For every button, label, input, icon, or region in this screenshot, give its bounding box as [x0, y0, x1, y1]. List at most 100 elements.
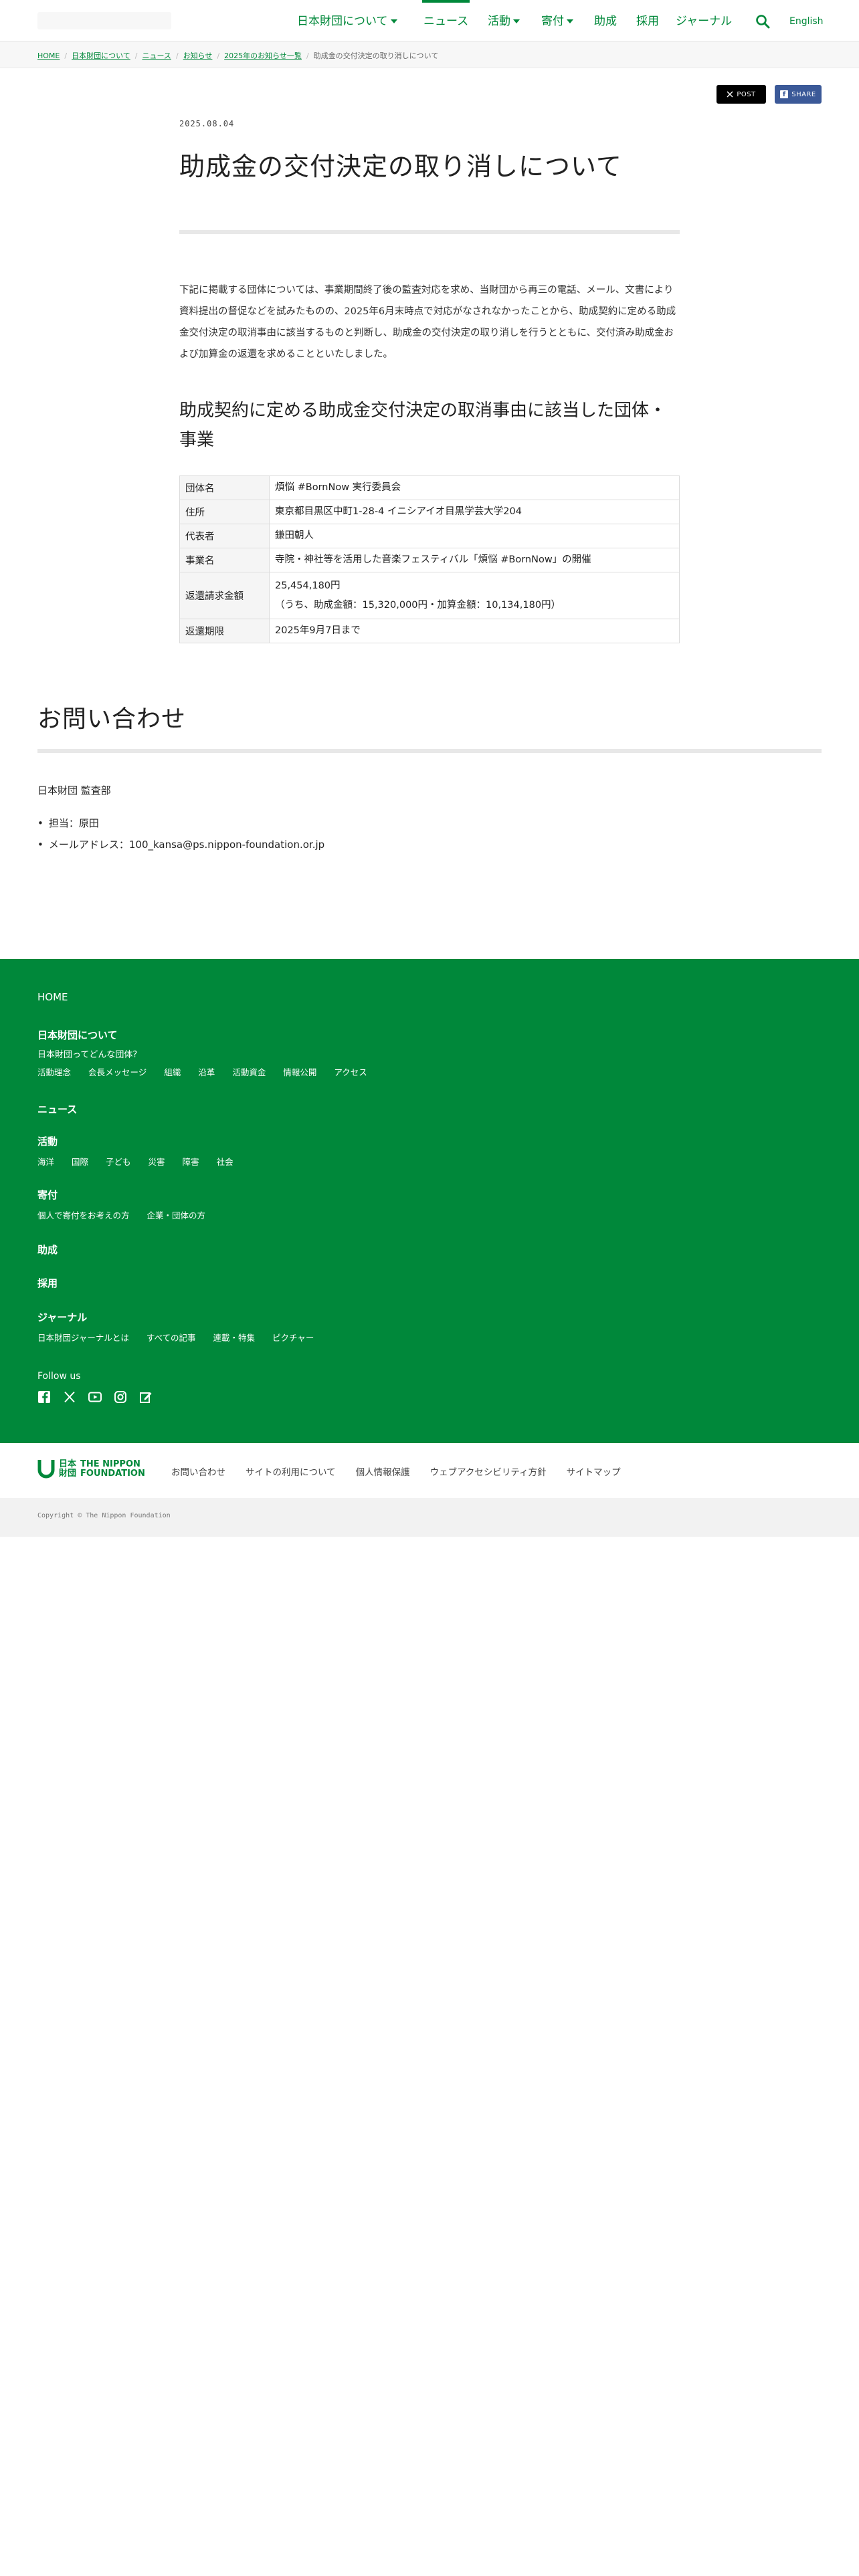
footer-link[interactable]: 災害 — [149, 1155, 165, 1168]
footer-group-title[interactable]: 活動 — [37, 1134, 251, 1148]
table-value-line: 鎌田朝人 — [275, 530, 314, 541]
footer-link[interactable]: ピクチャー — [272, 1331, 314, 1344]
site-logo[interactable] — [37, 12, 171, 29]
nav-news[interactable]: ニュース — [421, 0, 470, 41]
site-header: 日本財団について ニュース 活動 寄付 助成 採用 ジャーナル English — [0, 0, 859, 41]
breadcrumb-home[interactable]: HOME — [37, 51, 60, 60]
contact-email: メールアドレス：100_kansa@ps.nippon-foundation.o… — [37, 834, 324, 855]
bottom-link-contact[interactable]: お問い合わせ — [171, 1467, 225, 1478]
share-facebook-label: SHARE — [791, 90, 816, 98]
breadcrumb-separator: / — [64, 51, 68, 60]
x-logo-icon — [727, 91, 733, 98]
table-row: 返還請求金額 25,454,180円 （うち、助成金額：15,320,000円・… — [179, 572, 680, 619]
grant-info-table: 団体名 煩悩 #BornNow 実行委員会 住所 東京都目黒区中町1-28-4 … — [179, 475, 680, 643]
nav-grants-label: 助成 — [594, 15, 617, 28]
bottom-bar: 日本 財団 THE NIPPON FOUNDATION お問い合わせ サイトの利用… — [0, 1443, 859, 1498]
search-icon[interactable] — [755, 13, 771, 29]
contact-department: 日本財団 監査部 — [37, 784, 111, 796]
title-divider — [179, 230, 680, 234]
breadcrumb-news[interactable]: ニュース — [142, 51, 171, 60]
nav-grants[interactable]: 助成 — [594, 0, 617, 41]
footer-link[interactable]: 国際 — [72, 1155, 88, 1168]
footer-link[interactable]: 活動理念 — [37, 1065, 71, 1078]
footer-group-title[interactable]: 採用 — [37, 1276, 58, 1290]
table-value: 2025年9月7日まで — [269, 619, 680, 643]
social-links — [37, 1390, 153, 1404]
footer-link[interactable]: 会長メッセージ — [88, 1065, 147, 1078]
footer-group-title[interactable]: 寄付 — [37, 1188, 223, 1202]
nav-donate[interactable]: 寄付 — [541, 0, 573, 41]
x-icon[interactable] — [63, 1390, 76, 1404]
footer-logo[interactable]: 日本 財団 THE NIPPON FOUNDATION — [37, 1459, 145, 1479]
footer-link[interactable]: 日本財団ジャーナルとは — [37, 1331, 129, 1344]
table-row: 団体名 煩悩 #BornNow 実行委員会 — [179, 475, 680, 500]
caret-down-icon — [390, 19, 397, 23]
nav-recruit[interactable]: 採用 — [636, 0, 659, 41]
table-key: 返還期限 — [179, 619, 270, 643]
breadcrumb-separator: / — [306, 51, 309, 60]
footer-group-title[interactable]: ニュース — [37, 1102, 77, 1116]
table-value: 25,454,180円 （うち、助成金額：15,320,000円・加算金額：10… — [269, 572, 680, 619]
logo-kanji-bottom: 財団 — [59, 1469, 77, 1479]
footer-group-title[interactable]: 助成 — [37, 1243, 58, 1257]
caret-down-icon — [567, 19, 573, 23]
footer-link[interactable]: 組織 — [164, 1065, 181, 1078]
nav-activities[interactable]: 活動 — [488, 0, 520, 41]
bottom-link-accessibility[interactable]: ウェブアクセシビリティ方針 — [430, 1467, 547, 1478]
footer-link[interactable]: 活動資金 — [232, 1065, 266, 1078]
nav-journal[interactable]: ジャーナル — [676, 0, 732, 41]
table-row: 住所 東京都目黒区中町1-28-4 イニシアイオ目黒学芸大学204 — [179, 500, 680, 524]
table-key: 事業名 — [179, 548, 270, 572]
table-value: 鎌田朝人 — [269, 524, 680, 548]
footer-link[interactable]: 沿革 — [198, 1065, 215, 1078]
footer-link[interactable]: 個人で寄付をお考えの方 — [37, 1208, 130, 1221]
instagram-icon[interactable] — [114, 1390, 127, 1404]
footer-link[interactable]: 障害 — [183, 1155, 199, 1168]
table-value: 寺院・神社等を活用した音楽フェスティバル「煩悩 #BornNow」の開催 — [269, 548, 680, 572]
logo-kanji: 日本 財団 — [59, 1460, 76, 1479]
footer-group-recruit: 採用 — [37, 1276, 58, 1290]
table-value: 煩悩 #BornNow 実行委員会 — [269, 475, 680, 500]
footer-sub-link[interactable]: 日本財団ってどんな団体? — [37, 1047, 385, 1060]
bottom-link-terms[interactable]: サイトの利用について — [246, 1467, 336, 1478]
table-value-line: 寺院・神社等を活用した音楽フェスティバル「煩悩 #BornNow」の開催 — [275, 554, 591, 565]
table-value-line: 25,454,180円 — [275, 580, 341, 591]
table-row: 代表者 鎌田朝人 — [179, 524, 680, 548]
note-icon[interactable] — [139, 1390, 153, 1404]
nav-about[interactable]: 日本財団について — [297, 0, 397, 41]
breadcrumb-about[interactable]: 日本財団について — [72, 51, 130, 60]
follow-us-label: Follow us — [37, 1371, 81, 1382]
footer-link[interactable]: すべての記事 — [147, 1331, 196, 1344]
footer-home-link[interactable]: HOME — [37, 991, 68, 1003]
bottom-link-sitemap[interactable]: サイトマップ — [567, 1467, 621, 1478]
breadcrumb-separator: / — [134, 51, 138, 60]
footer-link[interactable]: アクセス — [334, 1065, 367, 1078]
youtube-icon[interactable] — [88, 1390, 102, 1404]
footer-link[interactable]: 子ども — [106, 1155, 131, 1168]
language-switch-english[interactable]: English — [789, 0, 824, 41]
breadcrumb-2025-notices[interactable]: 2025年のお知らせ一覧 — [224, 51, 302, 60]
share-facebook-button[interactable]: f SHARE — [775, 85, 822, 104]
logo-en-bottom: FOUNDATION — [80, 1469, 145, 1479]
bottom-links: お問い合わせ サイトの利用について 個人情報保護 ウェブアクセシビリティ方針 サイトマッ… — [171, 1465, 641, 1478]
nav-recruit-label: 採用 — [636, 15, 659, 28]
site-footer: HOME 日本財団について 日本財団ってどんな団体? 活動理念 会長メッセージ 組織… — [0, 959, 859, 1443]
logo-en-top: THE NIPPON — [80, 1459, 140, 1469]
footer-group-title[interactable]: ジャーナル — [37, 1310, 331, 1324]
footer-links: 海洋 国際 子ども 災害 障害 社会 — [37, 1155, 251, 1168]
footer-group-title[interactable]: 日本財団について — [37, 1028, 385, 1042]
logo-english: THE NIPPON FOUNDATION — [80, 1460, 145, 1479]
bottom-link-privacy[interactable]: 個人情報保護 — [356, 1467, 410, 1478]
footer-group-grants: 助成 — [37, 1243, 58, 1257]
table-key: 住所 — [179, 500, 270, 524]
footer-link[interactable]: 企業・団体の方 — [147, 1208, 206, 1221]
section-heading: 助成契約に定める助成金交付決定の取消事由に該当した団体・事業 — [179, 401, 667, 450]
share-x-button[interactable]: POST — [717, 85, 766, 104]
footer-link[interactable]: 海洋 — [37, 1155, 54, 1168]
facebook-icon[interactable] — [37, 1390, 51, 1404]
breadcrumb-notices[interactable]: お知らせ — [183, 51, 213, 60]
footer-link[interactable]: 連載・特集 — [213, 1331, 256, 1344]
copyright-bar: Copyright © The Nippon Foundation — [0, 1498, 859, 1537]
footer-link[interactable]: 情報公開 — [283, 1065, 316, 1078]
footer-link[interactable]: 社会 — [217, 1155, 233, 1168]
